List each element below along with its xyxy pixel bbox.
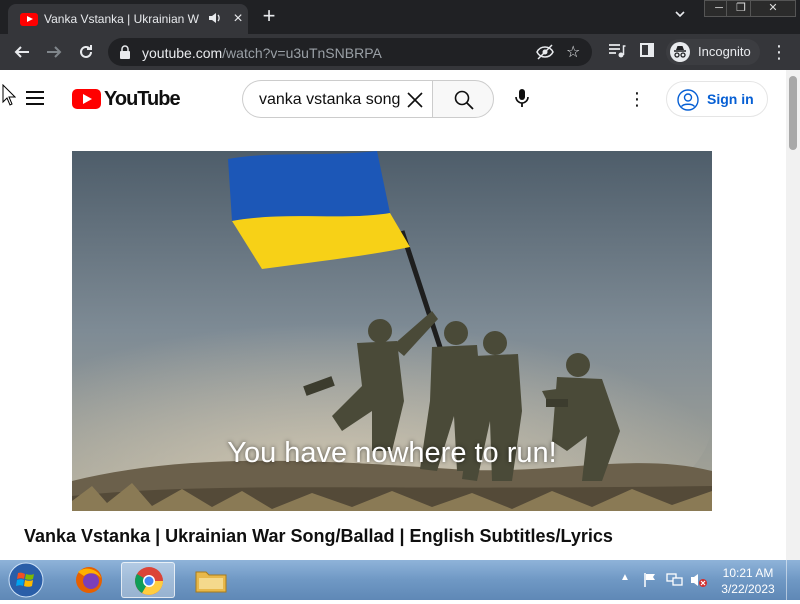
start-button[interactable]: [6, 561, 46, 599]
windows-logo-icon: [8, 562, 44, 598]
hamburger-menu-icon[interactable]: [26, 90, 46, 106]
forward-arrow-icon[interactable]: [42, 40, 66, 64]
youtube-logo[interactable]: YouTube: [72, 88, 181, 110]
close-window-button[interactable]: ✕: [750, 0, 796, 17]
youtube-favicon-icon: [20, 13, 38, 26]
incognito-label: Incognito: [698, 44, 751, 59]
action-center-flag-icon[interactable]: [642, 572, 658, 588]
new-tab-button[interactable]: +: [258, 5, 280, 28]
tab-close-icon[interactable]: ×: [230, 10, 246, 28]
url-text: youtube.com/watch?v=u3uTnSNBRPA: [142, 45, 382, 61]
video-player[interactable]: You have nowhere to run!: [72, 151, 712, 511]
media-control-icon[interactable]: [608, 42, 626, 60]
search-box: [242, 80, 432, 118]
sign-in-label: Sign in: [707, 91, 754, 107]
incognito-profile-button[interactable]: Incognito: [666, 39, 760, 65]
youtube-play-logo-icon: [72, 89, 101, 109]
url-host: youtube.com: [142, 45, 223, 61]
firefox-icon: [76, 567, 102, 593]
back-arrow-icon[interactable]: [10, 40, 34, 64]
show-desktop-button[interactable]: [786, 560, 800, 600]
browser-menu-kebab-icon[interactable]: ⋮: [770, 40, 788, 64]
reload-icon[interactable]: [74, 40, 98, 64]
tab-search-chevron-icon[interactable]: [670, 8, 690, 28]
browser-tab-active[interactable]: Vanka Vstanka | Ukrainian W ×: [8, 4, 248, 34]
sign-in-button[interactable]: Sign in: [666, 81, 768, 117]
taskbar-file-explorer[interactable]: [184, 562, 238, 598]
speaker-icon[interactable]: [208, 11, 222, 27]
youtube-logo-text: YouTube: [104, 88, 181, 110]
incognito-icon: [670, 42, 690, 62]
hamburger-line: [26, 103, 44, 105]
lock-icon: [120, 45, 130, 59]
show-hidden-icons-arrow-icon[interactable]: ▲: [620, 572, 630, 583]
clock-date[interactable]: 3/22/2023: [718, 582, 778, 596]
scrollbar-thumb[interactable]: [789, 76, 797, 150]
chrome-icon: [135, 567, 163, 595]
video-title: Vanka Vstanka | Ukrainian War Song/Balla…: [24, 526, 613, 546]
url-path: /watch?v=u3uTnSNBRPA: [222, 45, 382, 61]
address-bar[interactable]: youtube.com/watch?v=u3uTnSNBRPA ☆: [108, 38, 592, 66]
browser-toolbar: youtube.com/watch?v=u3uTnSNBRPA ☆ Incogn…: [0, 34, 800, 70]
network-icon[interactable]: [666, 572, 684, 588]
hamburger-line: [26, 91, 44, 93]
eye-slash-icon[interactable]: [536, 43, 554, 61]
browser-tab-strip: Vanka Vstanka | Ukrainian W × + ─ ❐ ✕: [0, 0, 800, 34]
taskbar-chrome[interactable]: [121, 562, 175, 598]
page-scrollbar[interactable]: [786, 70, 800, 560]
microphone-icon[interactable]: [510, 86, 534, 110]
volume-muted-icon[interactable]: [690, 572, 708, 588]
mouse-cursor-icon: [2, 84, 16, 106]
account-circle-icon: [677, 89, 699, 111]
clock-time[interactable]: 10:21 AM: [718, 566, 778, 580]
taskbar-firefox[interactable]: [62, 562, 116, 598]
tab-title: Vanka Vstanka | Ukrainian W: [44, 12, 199, 26]
hamburger-line: [26, 97, 44, 99]
search-icon: [454, 90, 474, 110]
search-input[interactable]: [259, 89, 404, 111]
youtube-header: YouTube ⋮ Sign in: [0, 70, 786, 128]
folder-icon: [195, 571, 227, 593]
bookmark-star-icon[interactable]: ☆: [566, 42, 584, 61]
side-panel-icon[interactable]: [640, 43, 654, 57]
video-subtitle: You have nowhere to run!: [227, 437, 557, 469]
clear-search-icon[interactable]: [405, 90, 425, 110]
youtube-settings-kebab-icon[interactable]: ⋮: [628, 86, 646, 112]
search-button[interactable]: [432, 80, 494, 118]
windows-taskbar: ▲ 10:21 AM 3/22/2023: [0, 560, 800, 600]
